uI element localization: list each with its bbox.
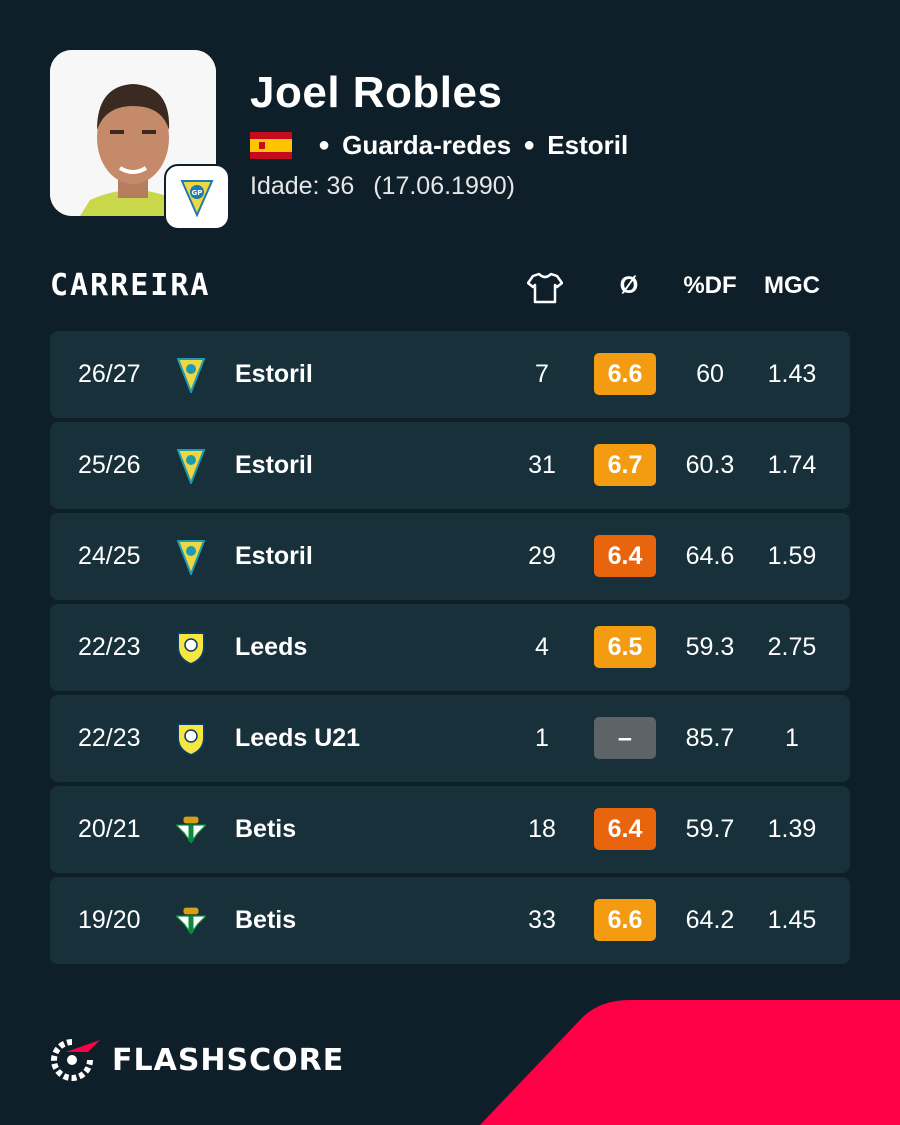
season: 25/26 (78, 451, 141, 479)
pct-value: 59.7 (685, 815, 735, 843)
player-position: Guarda-redes (342, 130, 512, 160)
spain-flag-icon (250, 132, 292, 159)
separator-dot: ● (318, 134, 331, 156)
appearances: 7 (535, 360, 549, 388)
season: 26/27 (78, 360, 141, 388)
brand-name: FLASHSCORE (112, 1042, 345, 1078)
pct-value: 60 (696, 360, 724, 388)
appearances: 29 (528, 542, 556, 570)
leeds-logo-icon (176, 604, 206, 691)
mgc-value: 1.45 (767, 906, 817, 934)
table-row: 19/20 Betis 33 6.6 64.2 1.45 (50, 877, 850, 964)
estoril-badge-icon: GP (164, 164, 230, 230)
mgc-value: 1 (785, 724, 799, 752)
player-header: GP Joel Robles ● Guarda-redes ● Estoril … (50, 50, 850, 230)
col-pct-header: %DF (683, 272, 737, 299)
brand-logo: FLASHSCORE (50, 1038, 344, 1082)
betis-logo-icon (176, 786, 206, 873)
pct-value: 60.3 (685, 451, 735, 479)
estoril-logo-icon (176, 331, 206, 418)
mgc-value: 1.43 (767, 360, 817, 388)
club-name: Betis (235, 815, 297, 843)
pct-value: 64.2 (685, 906, 735, 934)
appearances: 1 (535, 724, 549, 752)
section-title: CARREIRA (50, 268, 211, 303)
club-name: Leeds U21 (235, 724, 361, 752)
rating-badge: – (594, 717, 656, 759)
col-mgc-header: MGC (764, 272, 820, 299)
rating-badge: 6.5 (594, 626, 656, 668)
club-name: Betis (235, 906, 297, 934)
table-row: 20/21 Betis 18 6.4 59.7 1.39 (50, 786, 850, 873)
club-name: Estoril (235, 360, 313, 388)
player-name: Joel Robles (250, 68, 503, 117)
pct-value: 59.3 (685, 633, 735, 661)
betis-logo-icon (176, 877, 206, 964)
rating-badge: 6.4 (594, 808, 656, 850)
estoril-logo-icon (176, 422, 206, 509)
appearances: 33 (528, 906, 556, 934)
shirt-icon (526, 272, 564, 311)
player-meta: ● Guarda-redes ● Estoril (250, 130, 628, 161)
season: 20/21 (78, 815, 141, 843)
club-name: Leeds (235, 633, 308, 661)
mgc-value: 1.39 (767, 815, 817, 843)
player-age: Idade: 36 (17.06.1990) (250, 172, 515, 201)
table-row: 22/23 Leeds U21 1 – 85.7 1 (50, 695, 850, 782)
season: 22/23 (78, 633, 141, 661)
season: 22/23 (78, 724, 141, 752)
player-club: Estoril (547, 130, 629, 160)
table-row: 25/26 Estoril 31 6.7 60.3 1.74 (50, 422, 850, 509)
table-row: 24/25 Estoril 29 6.4 64.6 1.59 (50, 513, 850, 600)
career-table: 26/27 Estoril 7 6.6 60 1.43 25/26 Estori… (50, 331, 850, 968)
birth-date: (17.06.1990) (373, 172, 515, 200)
separator-dot: ● (523, 134, 536, 156)
club-name: Estoril (235, 542, 313, 570)
season: 24/25 (78, 542, 141, 570)
appearances: 18 (528, 815, 556, 843)
table-row: 26/27 Estoril 7 6.6 60 1.43 (50, 331, 850, 418)
rating-badge: 6.6 (594, 353, 656, 395)
rating-badge: 6.7 (594, 444, 656, 486)
col-rating-header: Ø (619, 272, 639, 299)
rating-badge: 6.4 (594, 535, 656, 577)
pct-value: 85.7 (685, 724, 735, 752)
flashscore-logo-icon (51, 1039, 100, 1081)
mgc-value: 1.59 (767, 542, 817, 570)
appearances: 31 (528, 451, 556, 479)
appearances: 4 (535, 633, 549, 661)
club-name: Estoril (235, 451, 313, 479)
estoril-logo-icon (176, 513, 206, 600)
season: 19/20 (78, 906, 141, 934)
svg-text:GP: GP (192, 189, 203, 197)
brand-accent-shape (480, 1000, 900, 1125)
leeds-logo-icon (176, 695, 206, 782)
mgc-value: 2.75 (767, 633, 817, 661)
table-row: 22/23 Leeds 4 6.5 59.3 2.75 (50, 604, 850, 691)
pct-value: 64.6 (685, 542, 735, 570)
age-label: Idade: 36 (250, 172, 355, 200)
mgc-value: 1.74 (767, 451, 817, 479)
rating-badge: 6.6 (594, 899, 656, 941)
